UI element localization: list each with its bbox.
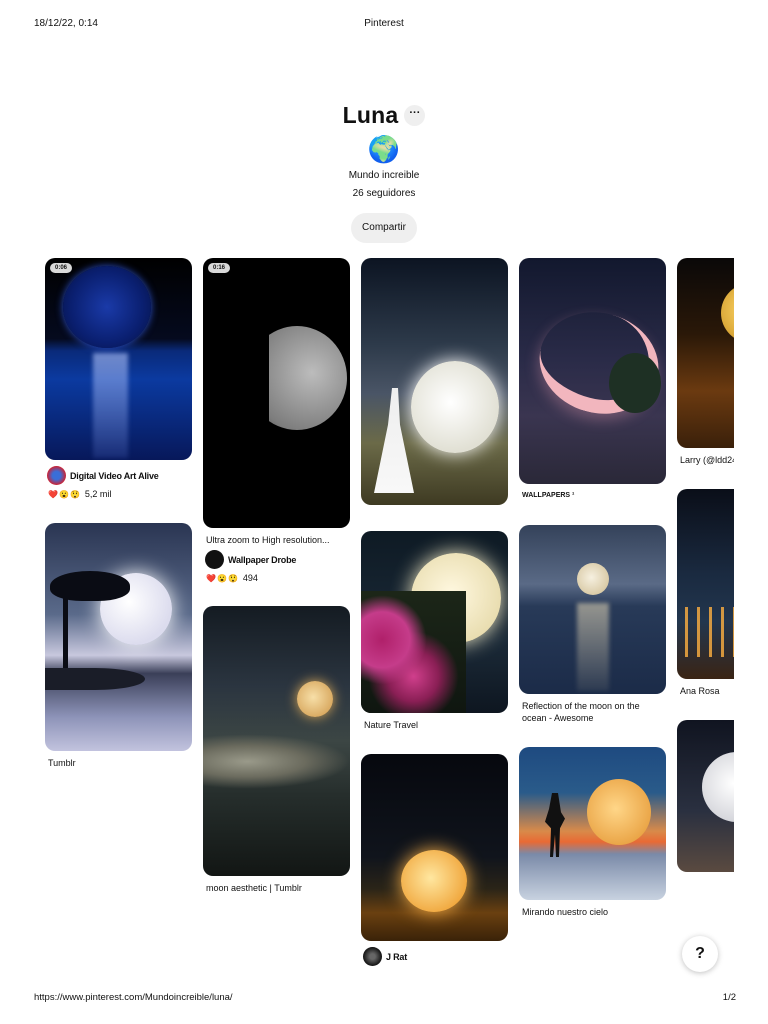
wow-icon: 😮 (216, 573, 227, 583)
pin-title[interactable]: Mirando nuestro cielo (519, 906, 666, 918)
moon-reflection (577, 603, 609, 691)
board-header: Luna ··· 🌍 Mundo increible 26 seguidores… (0, 100, 768, 243)
video-duration-badge: 0:16 (208, 263, 231, 273)
board-owner-name[interactable]: Mundo increible (0, 170, 768, 181)
wow-icon: 😮 (58, 489, 69, 499)
pin-card[interactable]: Larry (@ldd24 (677, 258, 734, 466)
pin-card[interactable] (677, 720, 734, 872)
pin-title[interactable]: Ultra zoom to High resolution... (203, 534, 350, 546)
pin-card[interactable] (361, 258, 508, 511)
print-header: 18/12/22, 0:14 Pinterest (0, 18, 768, 32)
pin-image[interactable] (519, 747, 666, 900)
pin-image[interactable]: 0:06 (45, 258, 192, 460)
pin-card[interactable]: WALLPAPERS ¹ (519, 258, 666, 502)
print-url: https://www.pinterest.com/Mundoincreible… (34, 992, 233, 1003)
pin-card[interactable]: Mirando nuestro cielo (519, 747, 666, 918)
board-title: Luna (342, 101, 399, 128)
reaction-count: 5,2 mil (84, 489, 112, 499)
pin-user[interactable]: J Rat (361, 947, 508, 966)
pin-title[interactable]: Nature Travel (361, 719, 508, 731)
reaction-count: 494 (242, 573, 258, 583)
pin-image[interactable] (519, 258, 666, 484)
pin-card[interactable]: moon aesthetic | Tumblr (203, 606, 350, 894)
moon-graphic (63, 266, 151, 348)
pin-user-name[interactable]: Wallpaper Drobe (228, 555, 296, 565)
pin-image[interactable] (677, 258, 734, 448)
pin-card[interactable]: 0:06 Digital Video Art Alive ❤️ 😮 😲 5,2 … (45, 258, 192, 499)
pin-title[interactable]: Ana Rosa (677, 685, 734, 697)
avatar[interactable] (47, 466, 66, 485)
pin-image[interactable] (677, 489, 734, 679)
pin-card[interactable]: Reflection of the moon on the ocean - Aw… (519, 525, 666, 724)
pin-title[interactable]: moon aesthetic | Tumblr (203, 882, 350, 894)
tree-trunk (63, 593, 68, 671)
moon-graphic (702, 752, 734, 822)
moon-graphic (577, 563, 609, 595)
flowers (361, 591, 466, 713)
moon-graphic (587, 779, 651, 845)
share-button[interactable]: Compartir (351, 213, 417, 243)
pin-user-name[interactable]: Digital Video Art Alive (70, 471, 159, 481)
cloud-layer (203, 734, 350, 789)
pin-card[interactable]: 0:16 Ultra zoom to High resolution... Wa… (203, 258, 350, 583)
surprised-icon: 😲 (69, 489, 80, 499)
hiker-silhouette (545, 793, 565, 857)
moon-reflection (93, 353, 128, 458)
pin-image[interactable] (45, 523, 192, 751)
avatar[interactable] (363, 947, 382, 966)
tree-silhouette (609, 353, 661, 413)
tree-silhouette (50, 571, 130, 601)
reactions: ❤️ 😮 😲 494 (203, 573, 350, 583)
pin-card[interactable]: Ana Rosa (677, 489, 734, 697)
pin-user[interactable]: Wallpaper Drobe (203, 550, 350, 569)
more-options-button[interactable]: ··· (404, 104, 426, 126)
pin-image[interactable] (361, 258, 508, 505)
pin-image[interactable] (203, 606, 350, 876)
pin-user[interactable]: Digital Video Art Alive (45, 466, 192, 485)
pin-image[interactable] (677, 720, 734, 872)
pin-title[interactable]: WALLPAPERS ¹ (519, 490, 666, 502)
moon-graphic (721, 283, 734, 343)
moon-graphic (269, 326, 347, 430)
print-title: Pinterest (364, 18, 404, 29)
pin-image[interactable] (361, 531, 508, 713)
pin-title[interactable]: Reflection of the moon on the ocean - Aw… (519, 700, 666, 724)
pier-lights (685, 607, 734, 657)
page-number: 1/2 (722, 992, 736, 1003)
pin-title[interactable]: Larry (@ldd24 (677, 454, 734, 466)
surprised-icon: 😲 (227, 573, 238, 583)
moon-graphic (411, 361, 499, 453)
pin-card[interactable]: J Rat (361, 754, 508, 966)
pin-title[interactable]: Tumblr (45, 757, 192, 769)
pin-image[interactable]: 0:16 (203, 258, 350, 528)
heart-icon: ❤️ (48, 489, 58, 499)
pin-image[interactable] (519, 525, 666, 694)
reactions: ❤️ 😮 😲 5,2 mil (45, 489, 192, 499)
globe-icon[interactable]: 🌍 (368, 134, 400, 164)
heart-icon: ❤️ (206, 573, 216, 583)
pin-card[interactable]: Tumblr (45, 523, 192, 769)
avatar[interactable] (205, 550, 224, 569)
island (45, 668, 145, 690)
video-duration-badge: 0:06 (50, 263, 73, 273)
pin-user-name[interactable]: J Rat (386, 952, 407, 962)
moon-graphic (401, 850, 467, 912)
pin-image[interactable] (361, 754, 508, 941)
followers-count[interactable]: 26 seguidores (0, 188, 768, 199)
woman-silhouette (374, 388, 414, 493)
moon-graphic (297, 681, 333, 717)
help-button[interactable]: ? (682, 936, 718, 972)
pin-card[interactable]: Nature Travel (361, 531, 508, 731)
